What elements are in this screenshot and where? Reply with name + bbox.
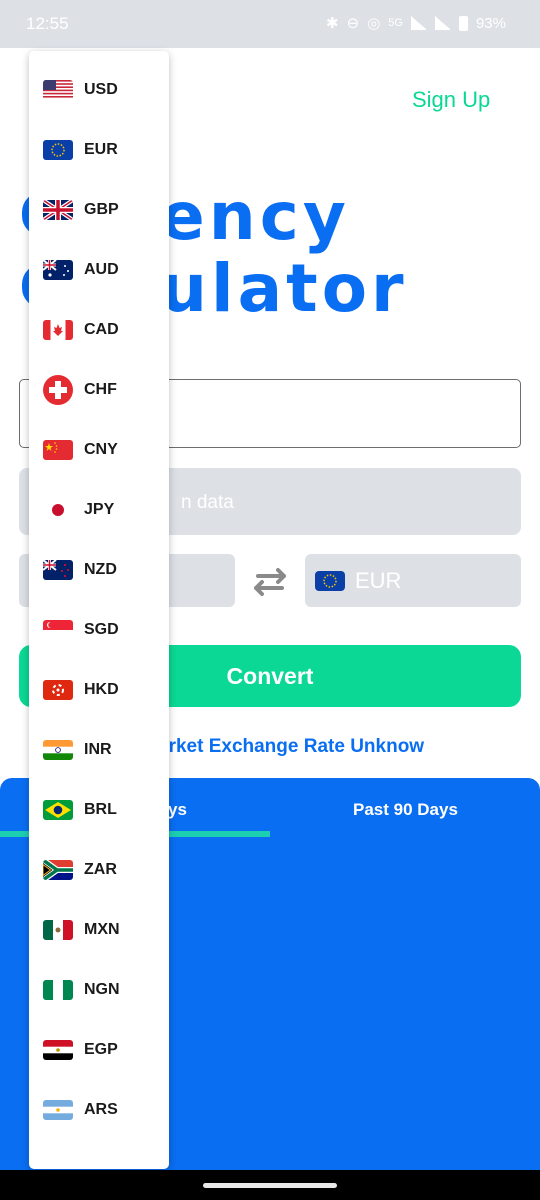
nigeria-flag-icon [43, 980, 73, 1000]
dropdown-item-aud[interactable]: AUD [29, 240, 169, 300]
hotspot-icon: ◎ [367, 15, 381, 32]
dropdown-item-brl[interactable]: BRL [29, 780, 169, 840]
singapore-flag-icon [43, 620, 73, 640]
dropdown-item-label: CAD [84, 321, 119, 338]
dropdown-item-eur[interactable]: EUR [29, 120, 169, 180]
dropdown-item-label: INR [84, 741, 112, 758]
tab-past-30-days[interactable]: ys [168, 800, 187, 820]
dropdown-item-label: SGD [84, 621, 119, 638]
india-flag-icon [43, 740, 73, 760]
dropdown-item-label: CNY [84, 441, 118, 458]
canada-flag-icon [43, 320, 73, 340]
battery-icon [458, 15, 468, 31]
dropdown-item-cny[interactable]: CNY [29, 420, 169, 480]
japan-flag-icon [43, 500, 73, 520]
dropdown-item-label: NZD [84, 561, 117, 578]
network-type-label: 5G [388, 17, 403, 29]
dropdown-item-label: USD [84, 81, 118, 98]
china-flag-icon [43, 440, 73, 460]
dropdown-item-chf[interactable]: CHF [29, 360, 169, 420]
egypt-flag-icon [43, 1040, 73, 1060]
page-title-line-1: ency [160, 178, 350, 255]
eu-flag-icon [43, 140, 73, 160]
battery-percent: 93% [475, 14, 506, 32]
us-flag-icon [43, 80, 73, 100]
dropdown-item-label: ARS [84, 1101, 118, 1118]
eu-flag-icon [315, 571, 345, 591]
dropdown-item-label: NGN [84, 981, 120, 998]
signal-icon [410, 16, 427, 30]
exchange-rate-text: arket Exchange Rate Unknow [158, 736, 425, 757]
info-text: n data [181, 492, 234, 513]
tab-past-90-days[interactable]: Past 90 Days [353, 800, 458, 820]
dropdown-item-zar[interactable]: ZAR [29, 840, 169, 900]
dropdown-item-label: ZAR [84, 861, 117, 878]
dropdown-item-label: GBP [84, 201, 119, 218]
south-africa-flag-icon [43, 860, 73, 880]
swap-icon[interactable] [250, 566, 290, 596]
page-title-line-2: ulator [160, 250, 408, 327]
dropdown-item-label: EGP [84, 1041, 118, 1058]
dropdown-item-cad[interactable]: CAD [29, 300, 169, 360]
dropdown-item-usd[interactable]: USD [29, 60, 169, 120]
uk-flag-icon [43, 200, 73, 220]
status-bar: 12:55 ✱ ⊖ ◎ 5G 93% [0, 0, 540, 48]
dropdown-item-label: JPY [84, 501, 115, 518]
dropdown-item-hkd[interactable]: HKD [29, 660, 169, 720]
signal-icon-2 [434, 16, 451, 30]
sign-up-link[interactable]: Sign Up [412, 87, 490, 113]
hong-kong-flag-icon [43, 680, 73, 700]
to-currency-label: EUR [355, 568, 402, 593]
brazil-flag-icon [43, 800, 73, 820]
dropdown-item-label: CHF [84, 381, 117, 398]
do-not-disturb-icon: ⊖ [346, 15, 360, 32]
new-zealand-flag-icon [43, 560, 73, 580]
dropdown-item-mxn[interactable]: MXN [29, 900, 169, 960]
dropdown-item-label: BRL [84, 801, 117, 818]
dropdown-item-label: EUR [84, 141, 118, 158]
to-currency-select[interactable]: EUR [305, 554, 521, 607]
mexico-flag-icon [43, 920, 73, 940]
home-gesture-handle[interactable] [203, 1183, 337, 1188]
dropdown-item-gbp[interactable]: GBP [29, 180, 169, 240]
dropdown-item-label: HKD [84, 681, 119, 698]
dropdown-item-label: AUD [84, 261, 119, 278]
status-icons: ✱ ⊖ ◎ 5G 93% [326, 14, 506, 33]
dropdown-item-label: MXN [84, 921, 120, 938]
dropdown-item-inr[interactable]: INR [29, 720, 169, 780]
dropdown-item-egp[interactable]: EGP [29, 1020, 169, 1080]
dropdown-item-nzd[interactable]: NZD [29, 540, 169, 600]
switzerland-flag-icon [43, 375, 73, 405]
status-time: 12:55 [26, 14, 69, 33]
dropdown-item-jpy[interactable]: JPY [29, 480, 169, 540]
currency-dropdown: USD EUR GBP AUD CAD CHF CNY JPY NZD SGD … [29, 51, 169, 1169]
dropdown-item-ngn[interactable]: NGN [29, 960, 169, 1020]
dropdown-item-sgd[interactable]: SGD [29, 600, 169, 660]
dropdown-item-ars[interactable]: ARS [29, 1080, 169, 1140]
bluetooth-icon: ✱ [326, 15, 339, 32]
australia-flag-icon [43, 260, 73, 280]
argentina-flag-icon [43, 1100, 73, 1120]
